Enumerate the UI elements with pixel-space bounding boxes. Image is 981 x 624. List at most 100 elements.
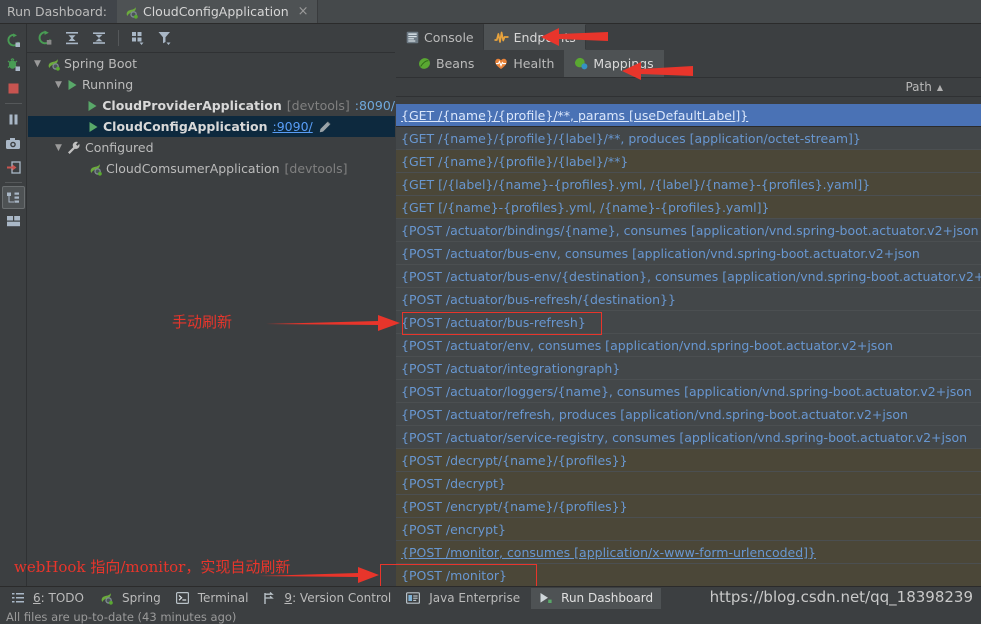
footer-message: All files are up-to-date (43 minutes ago…: [0, 609, 981, 624]
close-icon[interactable]: ×: [298, 4, 309, 19]
tree-row[interactable]: ▼ Running: [28, 74, 395, 95]
tab-console[interactable]: Console: [396, 24, 484, 50]
mappings-icon: [574, 57, 588, 70]
mapping-row[interactable]: {POST /actuator/loggers/{name}, consumes…: [396, 380, 981, 403]
toolbar-divider-3: [118, 30, 119, 46]
mapping-row[interactable]: {POST /actuator/bus-refresh}: [396, 311, 981, 334]
tab-label: Health: [513, 56, 555, 71]
mappings-column-header[interactable]: Path ▲: [396, 77, 981, 97]
expand-collapse-arrow-icon[interactable]: ▼: [53, 80, 64, 90]
mapping-row[interactable]: {POST /decrypt}: [396, 472, 981, 495]
tree-node-port-link[interactable]: :9090/: [273, 119, 313, 134]
expand-collapse-arrow-icon[interactable]: ▼: [53, 143, 64, 153]
console-icon: [406, 31, 419, 44]
spring-leaf-icon: [124, 5, 138, 19]
mapping-path-text: {POST /actuator/refresh, produces [appli…: [401, 406, 908, 422]
status-bar-item-label: 6: TODO: [33, 591, 84, 605]
vcs-branch-icon: [263, 591, 275, 605]
primary-tab-row: Console Endpoints: [396, 24, 981, 50]
arrow-to-mappings-tab: [622, 62, 693, 80]
mapping-row[interactable]: {GET [/{name}-{profiles}.yml, /{name}-{p…: [396, 196, 981, 219]
tab-label: Beans: [436, 56, 475, 71]
tree-row[interactable]: CloudComsumerApplication [devtools]: [28, 158, 395, 179]
mapping-row[interactable]: {POST /actuator/bus-env, consumes [appli…: [396, 242, 981, 265]
mapping-path-text: {POST /actuator/integrationgraph}: [401, 360, 621, 376]
tree-row[interactable]: CloudProviderApplication [devtools]:8090/: [28, 95, 395, 116]
group-by-icon[interactable]: [126, 26, 151, 50]
status-bar-item-spring[interactable]: Spring: [95, 588, 172, 609]
mapping-row[interactable]: {GET /{name}/{profile}/{label}/**, produ…: [396, 127, 981, 150]
collapse-all-icon[interactable]: [86, 26, 111, 50]
mapping-row[interactable]: {POST /actuator/bindings/{name}, consume…: [396, 219, 981, 242]
terminal-icon: [175, 592, 189, 604]
status-bar-item-label: Java Enterprise: [429, 591, 521, 605]
status-bar-item-9-version-control[interactable]: 9: Version Control: [259, 588, 402, 609]
mapping-row[interactable]: {POST /actuator/bus-refresh/{destination…: [396, 288, 981, 311]
secondary-tab-filler: [664, 50, 981, 77]
mapping-row[interactable]: {POST /actuator/service-registry, consum…: [396, 426, 981, 449]
tree-node-label: CloudConfigApplication: [103, 119, 268, 134]
grid-view-icon[interactable]: [2, 209, 25, 233]
tree-node-label: Spring Boot: [64, 56, 138, 71]
mapping-path-text: {POST /actuator/service-registry, consum…: [401, 429, 968, 445]
toolbar-divider: [4, 103, 22, 104]
export-icon[interactable]: [2, 155, 25, 179]
status-bar-item-java-enterprise[interactable]: Java Enterprise: [402, 588, 531, 609]
tree-row[interactable]: ▼ Configured: [28, 137, 395, 158]
expand-collapse-arrow-icon[interactable]: ▼: [32, 59, 43, 69]
run-dashboard-icon: [539, 592, 552, 604]
tree-node-label: CloudProviderApplication: [102, 98, 282, 113]
wrench-icon: [67, 141, 81, 155]
mapping-path-text: {POST /actuator/bus-refresh}: [401, 314, 586, 330]
vertical-scrollbar[interactable]: [977, 104, 981, 586]
rerun-green-icon[interactable]: [32, 26, 57, 50]
beans-icon: [418, 57, 431, 70]
mapping-row[interactable]: {POST /actuator/bus-env/{destination}, c…: [396, 265, 981, 288]
status-bar-item-6-todo[interactable]: 6: TODO: [8, 588, 95, 609]
mapping-path-text: {POST /monitor}: [401, 567, 507, 583]
tree-row[interactable]: CloudConfigApplication :9090/: [28, 116, 395, 137]
tab-cloudconfigapplication[interactable]: CloudConfigApplication ×: [116, 0, 318, 23]
mapping-row[interactable]: {GET /{name}/{profile}/**, params [useDe…: [396, 104, 981, 127]
filter-icon[interactable]: [153, 26, 178, 50]
status-bar-item-run-dashboard[interactable]: Run Dashboard: [531, 587, 662, 609]
expand-all-icon[interactable]: [59, 26, 84, 50]
edit-pencil-icon[interactable]: [319, 120, 331, 133]
status-bar-item-terminal[interactable]: Terminal: [172, 588, 260, 609]
mapping-row[interactable]: {POST /monitor, consumes [application/x-…: [396, 541, 981, 564]
mapping-row[interactable]: {POST /decrypt/{name}/{profiles}}: [396, 449, 981, 472]
status-bar-item-label: 9: Version Control: [284, 591, 392, 605]
spring-leaf-icon: [46, 57, 60, 71]
rerun-icon[interactable]: [2, 28, 25, 52]
toolbar-divider-2: [4, 182, 22, 183]
debug-icon[interactable]: [2, 52, 25, 76]
primary-tab-filler: [586, 24, 981, 50]
mapping-row[interactable]: {POST /encrypt/{name}/{profiles}}: [396, 495, 981, 518]
sort-ascending-icon[interactable]: ▲: [937, 83, 943, 92]
dashboard-toolbar: [27, 24, 395, 53]
mapping-path-text: {POST /decrypt}: [401, 475, 506, 491]
mapping-row[interactable]: {POST /actuator/refresh, produces [appli…: [396, 403, 981, 426]
mapping-row[interactable]: {GET [/{label}/{name}-{profiles}.yml, /{…: [396, 173, 981, 196]
endpoints-panel: Console Endpoints B: [396, 24, 981, 586]
tab-beans[interactable]: Beans: [408, 50, 484, 77]
mapping-row[interactable]: {POST /actuator/integrationgraph}: [396, 357, 981, 380]
status-bar-item-label: Run Dashboard: [561, 591, 654, 605]
run-triangle-icon: [88, 121, 99, 133]
tree-node-label: Running: [82, 77, 134, 92]
mapping-row[interactable]: {GET /{name}/{profile}/{label}/**}: [396, 150, 981, 173]
mapping-row[interactable]: {POST /encrypt}: [396, 518, 981, 541]
mapping-row[interactable]: {POST /actuator/env, consumes [applicati…: [396, 334, 981, 357]
tree-node-port-link[interactable]: :8090/: [355, 98, 395, 113]
pause-icon[interactable]: [2, 107, 25, 131]
tab-health[interactable]: Health: [484, 50, 564, 77]
tree-row[interactable]: ▼ Spring Boot: [28, 53, 395, 74]
tree-view-icon[interactable]: [1, 186, 25, 209]
mapping-row[interactable]: {POST /monitor}: [396, 564, 981, 586]
tree-node-label: CloudComsumerApplication: [106, 161, 280, 176]
mapping-path-text: {GET /{name}/{profile}/{label}/**, produ…: [401, 130, 861, 146]
camera-icon[interactable]: [2, 131, 25, 155]
stop-icon[interactable]: [2, 76, 25, 100]
mappings-list[interactable]: {GET /{name}/{profile}/**, params [useDe…: [396, 104, 981, 586]
endpoints-icon: [494, 31, 509, 44]
